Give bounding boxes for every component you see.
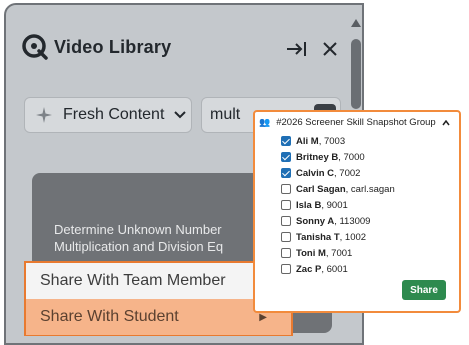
student-row[interactable]: Britney B, 7000 (281, 150, 365, 164)
checkbox[interactable] (281, 136, 291, 146)
checkbox[interactable] (281, 216, 291, 226)
student-group-dropdown: 👥 #2026 Screener Skill Snapshot Group Al… (253, 110, 461, 313)
scroll-up-icon[interactable] (351, 19, 361, 27)
group-icon: 👥 (259, 117, 271, 127)
close-icon[interactable] (322, 41, 338, 57)
checkbox[interactable] (281, 248, 291, 258)
student-row[interactable]: Ali M, 7003 (281, 134, 345, 148)
student-row[interactable]: Carl Sagan, carl.sagan (281, 182, 395, 196)
checkbox[interactable] (281, 200, 291, 210)
student-row[interactable]: Toni M, 7001 (281, 246, 352, 260)
checkbox[interactable] (281, 264, 291, 274)
checkbox[interactable] (281, 232, 291, 242)
share-with-student-item[interactable]: Share With Student ▶ (26, 299, 291, 335)
student-row[interactable]: Tanisha T, 1002 (281, 230, 366, 244)
checkbox[interactable] (281, 168, 291, 178)
group-header[interactable]: 👥 #2026 Screener Skill Snapshot Group (259, 117, 450, 128)
checkbox[interactable] (281, 184, 291, 194)
header: Video Library (22, 34, 171, 60)
sparkle-icon (36, 107, 52, 123)
expand-right-icon[interactable] (286, 41, 308, 57)
page-title: Video Library (54, 36, 172, 57)
student-row[interactable]: Calvin C, 7002 (281, 166, 360, 180)
video-card-title: Determine Unknown Number Multiplication … (54, 222, 224, 254)
share-with-team-member-item[interactable]: Share With Team Member (26, 263, 291, 299)
student-row[interactable]: Zac P, 6001 (281, 262, 348, 276)
scroll-thumb[interactable] (351, 39, 361, 109)
student-row[interactable]: Sonny A, 113009 (281, 214, 370, 228)
fresh-content-dropdown[interactable]: Fresh Content (24, 97, 192, 133)
app-logo-icon (22, 34, 48, 60)
fresh-content-label: Fresh Content (63, 106, 165, 123)
chevron-up-icon (442, 119, 450, 125)
share-button[interactable]: Share (402, 280, 446, 300)
chevron-down-icon (174, 111, 187, 119)
checkbox[interactable] (281, 152, 291, 162)
student-row[interactable]: Isla B, 9001 (281, 198, 348, 212)
submenu-arrow-icon: ▶ (259, 311, 267, 323)
